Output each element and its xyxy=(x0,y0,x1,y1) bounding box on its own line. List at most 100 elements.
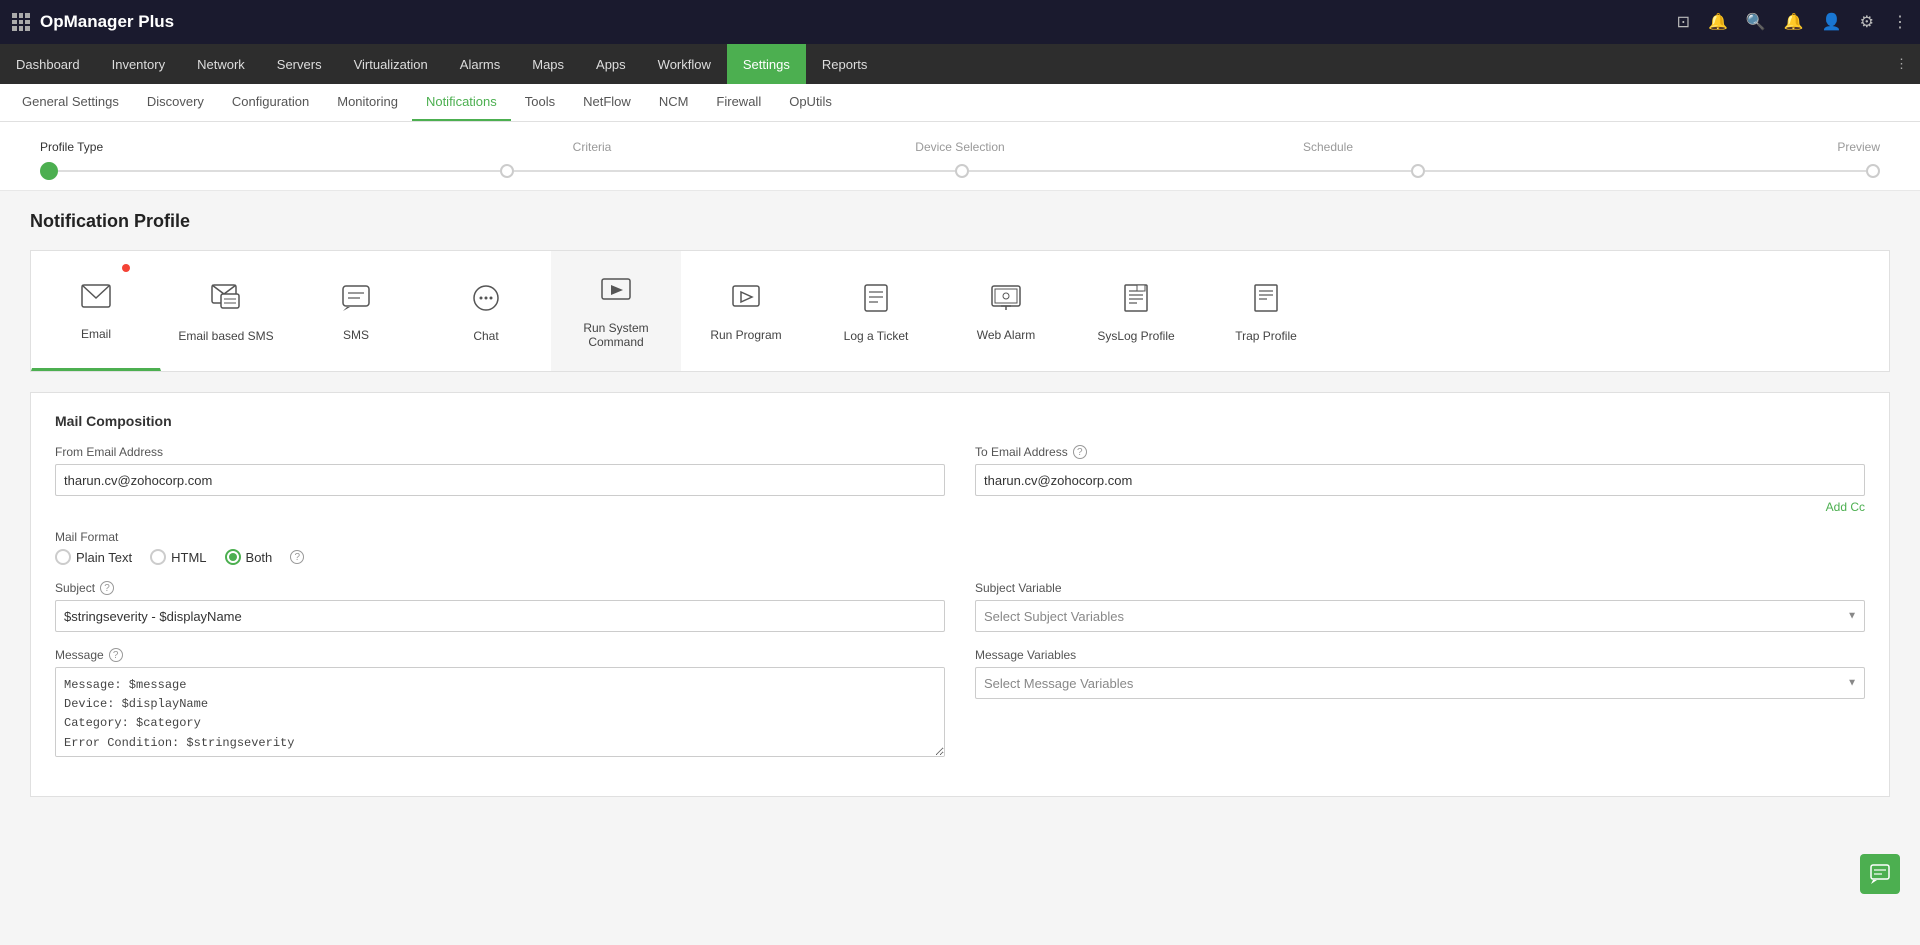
chat-button[interactable] xyxy=(1860,854,1900,894)
nav-settings[interactable]: Settings xyxy=(727,44,806,84)
wizard-bar: Profile Type Criteria Device Selection S… xyxy=(0,122,1920,191)
profile-card-sms[interactable]: SMS xyxy=(291,251,421,371)
nav-alarms[interactable]: Alarms xyxy=(444,44,516,84)
to-email-label: To Email Address ? xyxy=(975,445,1865,459)
subject-help-icon[interactable]: ? xyxy=(100,581,114,595)
message-variable-select[interactable]: Select Message Variables xyxy=(975,667,1865,699)
nav-maps[interactable]: Maps xyxy=(516,44,580,84)
mail-format-group: Mail Format Plain Text HTML Both ? xyxy=(55,530,1865,565)
nav-workflow[interactable]: Workflow xyxy=(642,44,727,84)
radio-html[interactable]: HTML xyxy=(150,549,206,565)
radio-both[interactable]: Both xyxy=(225,549,273,565)
subnav-monitoring[interactable]: Monitoring xyxy=(323,84,412,121)
wizard-dot-4[interactable] xyxy=(1411,164,1425,178)
alert-bell-icon[interactable]: 🔔 xyxy=(1784,12,1804,32)
message-variable-group: Message Variables Select Message Variabl… xyxy=(975,648,1865,699)
subject-group: Subject ? xyxy=(55,581,945,632)
notification-icon[interactable]: 🔔 xyxy=(1708,12,1728,32)
subject-variable-select[interactable]: Select Subject Variables xyxy=(975,600,1865,632)
subnav-netflow[interactable]: NetFlow xyxy=(569,84,645,121)
radio-both-circle xyxy=(225,549,241,565)
nav-reports[interactable]: Reports xyxy=(806,44,884,84)
run-system-icon xyxy=(601,278,631,311)
mail-format-radio-group: Plain Text HTML Both ? xyxy=(55,549,1865,565)
wizard-dot-3[interactable] xyxy=(955,164,969,178)
nav-bar: Dashboard Inventory Network Servers Virt… xyxy=(0,44,1920,84)
wizard-dot-5[interactable] xyxy=(1866,164,1880,178)
sms-label: SMS xyxy=(343,328,369,342)
message-row: Message ? Message: $message Device: $dis… xyxy=(55,648,1865,760)
radio-html-circle xyxy=(150,549,166,565)
subject-input[interactable] xyxy=(55,600,945,632)
nav-servers[interactable]: Servers xyxy=(261,44,338,84)
email-label: Email xyxy=(81,327,111,341)
from-email-group: From Email Address xyxy=(55,445,945,496)
chat-label: Chat xyxy=(473,329,498,343)
subnav-general-settings[interactable]: General Settings xyxy=(8,84,133,121)
settings-icon[interactable]: ⚙ xyxy=(1860,12,1874,32)
from-email-input[interactable] xyxy=(55,464,945,496)
mail-format-help-icon[interactable]: ? xyxy=(290,550,304,564)
nav-virtualization[interactable]: Virtualization xyxy=(338,44,444,84)
nav-more[interactable]: ⋮ xyxy=(1883,44,1920,84)
profile-card-trap[interactable]: Trap Profile xyxy=(1201,251,1331,371)
run-system-label: Run System Command xyxy=(560,321,672,349)
from-email-label: From Email Address xyxy=(55,445,945,459)
subject-variable-label: Subject Variable xyxy=(975,581,1865,595)
grid-icon[interactable] xyxy=(12,13,30,31)
run-program-label: Run Program xyxy=(710,328,781,342)
subnav-ncm[interactable]: NCM xyxy=(645,84,703,121)
wizard-dots xyxy=(40,162,1880,180)
nav-dashboard[interactable]: Dashboard xyxy=(0,44,96,84)
mail-composition-title: Mail Composition xyxy=(55,413,1865,429)
wizard-label-schedule: Schedule xyxy=(1144,140,1512,154)
wizard-label-criteria: Criteria xyxy=(408,140,776,154)
profile-card-log-ticket[interactable]: Log a Ticket xyxy=(811,251,941,371)
profile-card-web-alarm[interactable]: Web Alarm xyxy=(941,251,1071,371)
subnav-notifications[interactable]: Notifications xyxy=(412,84,511,121)
search-icon[interactable]: 🔍 xyxy=(1746,12,1766,32)
sms-icon xyxy=(342,285,370,318)
subnav-discovery[interactable]: Discovery xyxy=(133,84,218,121)
profile-card-chat[interactable]: Chat xyxy=(421,251,551,371)
wizard-line-3 xyxy=(969,170,1411,172)
profile-card-run-system[interactable]: Run System Command xyxy=(551,251,681,371)
subject-variable-group: Subject Variable Select Subject Variable… xyxy=(975,581,1865,632)
nav-apps[interactable]: Apps xyxy=(580,44,642,84)
message-label: Message ? xyxy=(55,648,945,662)
screen-icon[interactable]: ⊡ xyxy=(1677,12,1690,32)
top-bar-left: OpManager Plus xyxy=(12,12,174,32)
subnav-firewall[interactable]: Firewall xyxy=(702,84,775,121)
profile-card-email[interactable]: Email xyxy=(31,251,161,371)
profile-card-run-program[interactable]: Run Program xyxy=(681,251,811,371)
profile-card-email-sms[interactable]: Email based SMS xyxy=(161,251,291,371)
to-email-help-icon[interactable]: ? xyxy=(1073,445,1087,459)
email-sms-label: Email based SMS xyxy=(178,329,273,343)
more-icon[interactable]: ⋮ xyxy=(1892,12,1908,32)
add-cc-link[interactable]: Add Cc xyxy=(975,500,1865,514)
main-content: Notification Profile Email xyxy=(0,191,1920,945)
radio-both-label: Both xyxy=(246,550,273,565)
subnav-tools[interactable]: Tools xyxy=(511,84,569,121)
app-logo: OpManager Plus xyxy=(40,12,174,32)
radio-plain-text[interactable]: Plain Text xyxy=(55,549,132,565)
syslog-icon xyxy=(1123,284,1149,319)
to-email-input[interactable] xyxy=(975,464,1865,496)
mail-composition-section: Mail Composition From Email Address To E… xyxy=(30,392,1890,797)
nav-inventory[interactable]: Inventory xyxy=(96,44,181,84)
top-bar: OpManager Plus ⊡ 🔔 🔍 🔔 👤 ⚙ ⋮ xyxy=(0,0,1920,44)
nav-network[interactable]: Network xyxy=(181,44,261,84)
email-addresses-row: From Email Address To Email Address ? Ad… xyxy=(55,445,1865,514)
wizard-dot-2[interactable] xyxy=(500,164,514,178)
chat-icon xyxy=(472,284,500,319)
message-textarea[interactable]: Message: $message Device: $displayName C… xyxy=(55,667,945,757)
wizard-label-device-selection: Device Selection xyxy=(776,140,1144,154)
wizard-dot-1[interactable] xyxy=(40,162,58,180)
message-help-icon[interactable]: ? xyxy=(109,648,123,662)
subnav-oputils[interactable]: OpUtils xyxy=(775,84,846,121)
user-icon[interactable]: 👤 xyxy=(1822,12,1842,32)
profile-card-syslog[interactable]: SysLog Profile xyxy=(1071,251,1201,371)
subnav-configuration[interactable]: Configuration xyxy=(218,84,323,121)
log-ticket-icon xyxy=(863,284,889,319)
log-ticket-label: Log a Ticket xyxy=(844,329,909,343)
